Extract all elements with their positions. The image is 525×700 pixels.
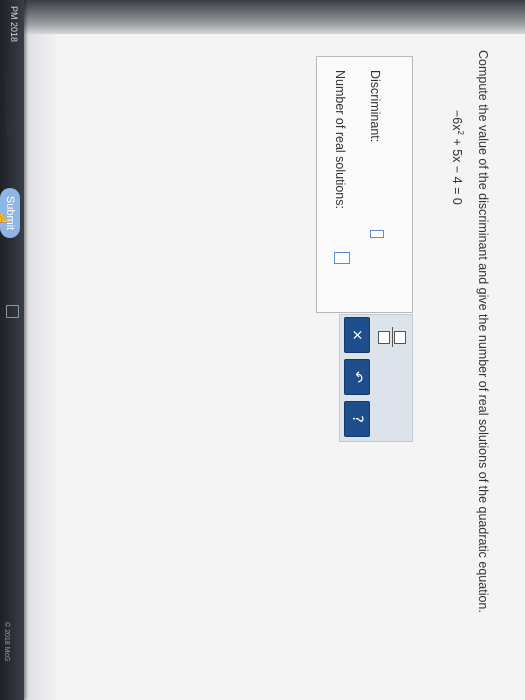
math-keypad: × ↶ ? — [339, 314, 413, 442]
fraction-numerator-icon — [394, 331, 406, 344]
discriminant-label: Discriminant: — [368, 70, 382, 143]
hand-cursor-icon: ☝ — [0, 210, 10, 227]
solutions-input[interactable] — [334, 252, 350, 264]
dont-know-button[interactable]: I Don't Know — [3, 70, 17, 138]
question-prompt: Compute the value of the discriminant an… — [476, 50, 490, 613]
fraction-bar-icon — [392, 327, 393, 347]
help-button[interactable]: ? — [344, 401, 370, 437]
quadratic-equation: −6x2 + 5x − 4 = 0 — [450, 110, 465, 205]
answer-box: Discriminant: Number of real solutions: — [316, 56, 413, 313]
fraction-denominator-icon — [378, 331, 390, 344]
copyright-text: © 2018 McG — [3, 622, 10, 662]
undo-button[interactable]: ↶ — [344, 359, 370, 395]
screen: PM 2018 Compute the value of the discrim… — [0, 0, 525, 700]
discriminant-input[interactable] — [370, 230, 384, 238]
rotated-page: Compute the value of the discriminant an… — [0, 0, 525, 700]
fraction-button[interactable] — [378, 327, 406, 347]
equation-rest: + 5x − 4 = 0 — [449, 134, 464, 205]
solutions-label: Number of real solutions: — [333, 70, 347, 209]
equation-lead: −6x — [449, 110, 464, 131]
clear-button[interactable]: × — [344, 317, 370, 353]
